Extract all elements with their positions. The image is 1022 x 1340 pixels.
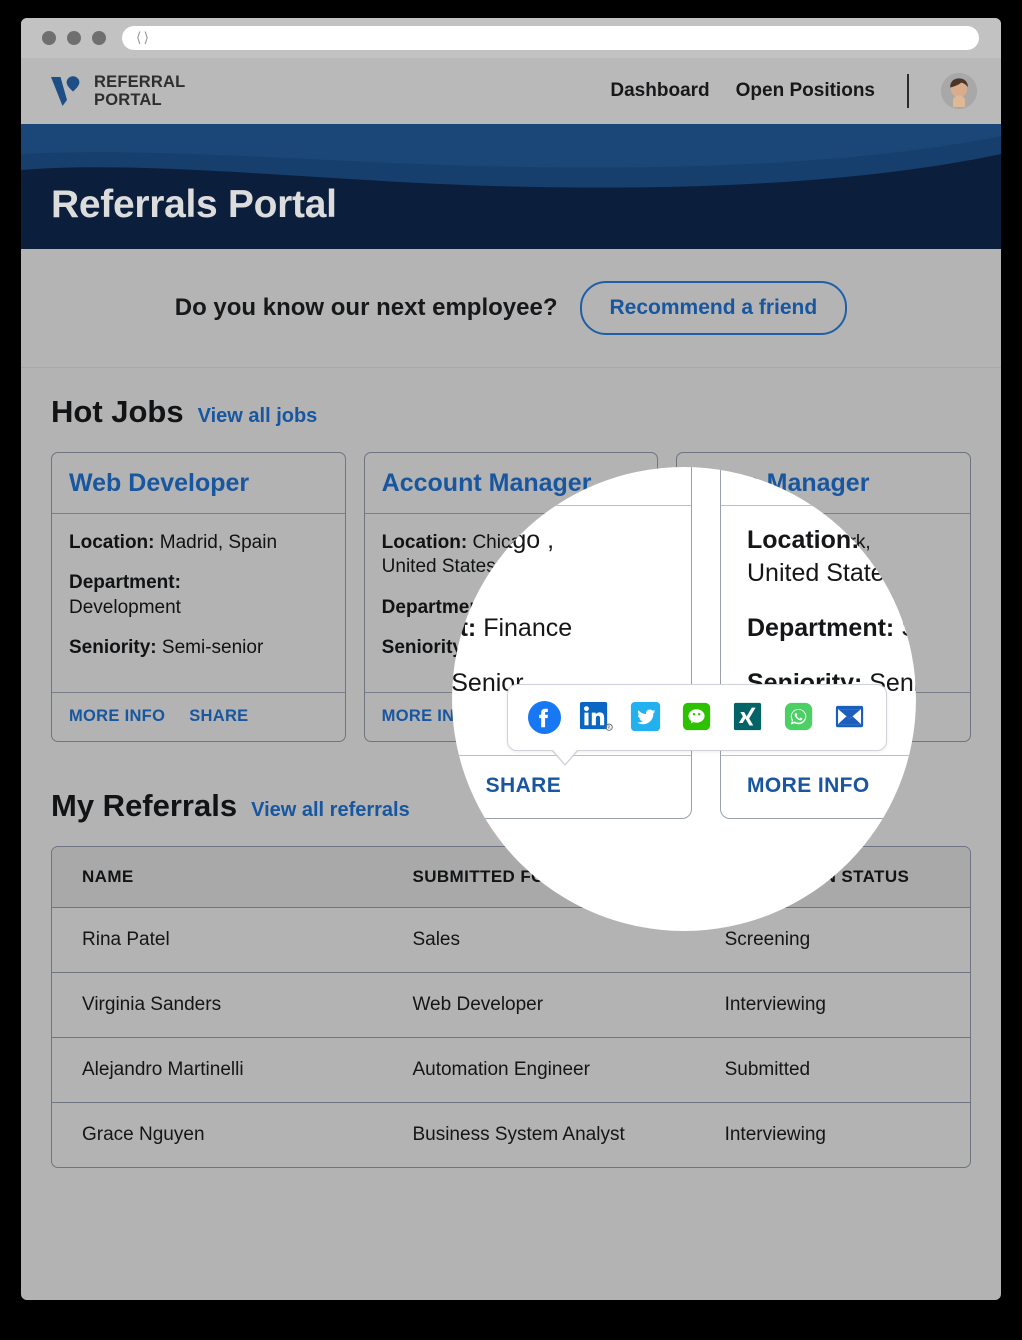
magnified-job-card[interactable]: Sales Manager Location: New York, United… — [720, 467, 916, 819]
more-info-link[interactable]: MORE INFO — [69, 707, 165, 726]
magnified-job-card-header: Account Manager — [452, 467, 691, 506]
linkedin-icon[interactable]: R — [578, 700, 613, 735]
chevron-left-icon[interactable]: ⟨ — [136, 31, 141, 45]
chevron-right-icon[interactable]: ⟩ — [143, 31, 148, 45]
magnified-department-value: Finance — [483, 614, 572, 642]
nav-item-open-positions[interactable]: Open Positions — [736, 80, 875, 102]
cell-name: Virginia Sanders — [52, 973, 382, 1038]
email-icon[interactable] — [833, 700, 868, 735]
cta-text: Do you know our next employee? — [175, 294, 558, 322]
magnified-location-field: Location: Chicago , United States — [452, 524, 691, 590]
minimize-window-button[interactable] — [67, 31, 81, 45]
browser-chrome-bar: ⟨ ⟩ — [21, 18, 1001, 58]
cell-status: Interviewing — [695, 1103, 970, 1168]
magnified-job-card[interactable]: Account Manager Location: Chicago , Unit… — [452, 467, 692, 819]
xing-icon[interactable] — [731, 700, 766, 735]
table-row[interactable]: Virginia Sanders Web Developer Interview… — [52, 973, 970, 1038]
brand-logo[interactable]: REFERRAL PORTAL — [49, 73, 185, 110]
device-frame: ⟨ ⟩ REFERRAL PORTAL Dashbo — [0, 0, 1022, 1340]
job-card-footer: MORE INFO SHARE — [52, 692, 345, 741]
cell-status: Submitted — [695, 1038, 970, 1103]
magnified-job-card-footer: MORE INFO SHARE — [721, 755, 916, 818]
magnified-department-value: Sales — [901, 614, 916, 642]
magnified-location-label: Location: — [747, 526, 860, 554]
magnified-job-card-header: Sales Manager — [721, 467, 916, 506]
cta-strip: Do you know our next employee? Recommend… — [21, 249, 1001, 368]
magnified-location-line1: New York, — [866, 526, 916, 554]
table-row[interactable]: Grace Nguyen Business System Analyst Int… — [52, 1103, 970, 1168]
job-department-field: Department: Development — [69, 571, 328, 620]
job-card-header: Web Developer — [52, 453, 345, 514]
hot-jobs-header: Hot Jobs View all jobs — [51, 394, 971, 430]
job-department-value: Development — [69, 597, 181, 618]
magnified-job-title[interactable]: Account Manager — [452, 467, 691, 476]
job-location-field: Location: Madrid, Spain — [69, 531, 328, 555]
twitter-icon[interactable] — [629, 700, 664, 735]
magnified-location-line2: United States — [452, 559, 479, 587]
job-seniority-label: Seniority: — [69, 637, 157, 658]
cell-name: Alejandro Martinelli — [52, 1038, 382, 1103]
whatsapp-icon[interactable] — [782, 700, 817, 735]
magnified-department-field: Department: Finance — [452, 612, 691, 645]
job-card[interactable]: Web Developer Location: Madrid, Spain De… — [51, 452, 346, 742]
job-seniority-field: Seniority: Semi-senior — [69, 636, 328, 660]
magnified-department-field: Department: Sales — [747, 612, 916, 645]
table-row[interactable]: Alejandro Martinelli Automation Engineer… — [52, 1038, 970, 1103]
column-header-name: NAME — [52, 847, 382, 908]
header-divider — [907, 74, 909, 108]
magnified-more-info-link[interactable]: MORE INFO — [747, 774, 870, 798]
brand-line-1: REFERRAL — [94, 73, 185, 91]
view-all-referrals-link[interactable]: View all referrals — [251, 799, 410, 822]
cell-submitted-for: Automation Engineer — [382, 1038, 694, 1103]
magnified-department-label: Department: — [452, 614, 476, 642]
v-pin-logo-icon — [49, 73, 83, 109]
magnified-location-field: Location: New York, United States — [747, 524, 916, 590]
magnified-share-link[interactable]: SHARE — [486, 774, 562, 798]
magnified-job-card-body: Location: New York, United States Depart… — [721, 506, 916, 700]
job-location-label: Location: — [69, 532, 155, 553]
close-window-button[interactable] — [42, 31, 56, 45]
magnifier-content: Account Manager Location: Chicago , Unit… — [452, 467, 916, 931]
job-card-body: Location: Madrid, Spain Department: Deve… — [52, 514, 345, 692]
address-bar[interactable]: ⟨ ⟩ — [122, 26, 979, 50]
brand-name: REFERRAL PORTAL — [94, 73, 185, 110]
job-seniority-value: Semi-senior — [162, 637, 263, 658]
brand-line-2: PORTAL — [94, 91, 185, 109]
magnified-share-link[interactable]: SHARE — [904, 774, 916, 798]
job-title[interactable]: Web Developer — [69, 469, 328, 498]
view-all-jobs-link[interactable]: View all jobs — [198, 405, 318, 428]
magnified-location-line2: United States — [747, 559, 897, 587]
nav-item-dashboard[interactable]: Dashboard — [610, 80, 709, 102]
cell-status: Interviewing — [695, 973, 970, 1038]
magnified-job-card-body: Location: Chicago , United States Depart… — [452, 506, 691, 700]
my-referrals-title: My Referrals — [51, 788, 237, 824]
cell-submitted-for: Web Developer — [382, 973, 694, 1038]
magnified-location-line1: Chicago , — [452, 526, 554, 554]
share-link[interactable]: SHARE — [189, 707, 248, 726]
cell-name: Grace Nguyen — [52, 1103, 382, 1168]
page-title: Referrals Portal — [51, 183, 337, 227]
site-header: REFERRAL PORTAL Dashboard Open Positions — [21, 58, 1001, 124]
job-department-label: Department: — [69, 572, 181, 593]
maximize-window-button[interactable] — [92, 31, 106, 45]
svg-text:R: R — [607, 725, 610, 731]
avatar[interactable] — [941, 73, 977, 109]
hero-banner: Referrals Portal — [21, 124, 1001, 249]
wechat-icon[interactable] — [680, 700, 715, 735]
share-popover: R — [507, 684, 887, 751]
cell-name: Rina Patel — [52, 908, 382, 973]
job-location-value: Madrid, Spain — [160, 532, 277, 553]
recommend-a-friend-button[interactable]: Recommend a friend — [580, 281, 848, 335]
window-traffic-lights — [42, 31, 106, 45]
cell-submitted-for: Business System Analyst — [382, 1103, 694, 1168]
magnified-department-label: Department: — [747, 614, 894, 642]
hot-jobs-title: Hot Jobs — [51, 394, 184, 430]
magnifier-overlay: Account Manager Location: Chicago , Unit… — [452, 467, 916, 931]
header-nav: Dashboard Open Positions — [610, 73, 977, 109]
magnified-job-title[interactable]: Sales Manager — [747, 467, 916, 476]
browser-window: ⟨ ⟩ REFERRAL PORTAL Dashbo — [21, 18, 1001, 1300]
facebook-icon[interactable] — [527, 700, 562, 735]
